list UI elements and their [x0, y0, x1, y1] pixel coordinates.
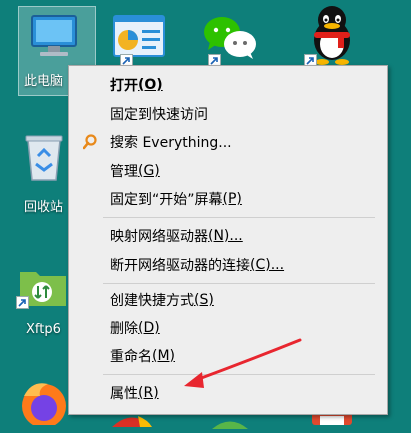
menu-item-shortcut: (M) [152, 348, 176, 364]
menu-item-label: 重命名 [110, 349, 152, 365]
menu-item-rename[interactable]: 重命名 (M) [69, 343, 387, 369]
recycle-bin-icon[interactable] [22, 130, 66, 186]
menu-item-shortcut: (O) [138, 77, 163, 93]
this-pc-label: 此电脑 [24, 74, 64, 89]
menu-item-label: 属性 [110, 386, 138, 402]
menu-item-delete[interactable]: 删除 (D) [69, 315, 387, 341]
menu-item-label: 断开网络驱动器的连接 [110, 258, 250, 274]
context-menu: 打开 (O) 固定到快速访问 搜索 Everything... 管理 (G) 固定到… [68, 65, 388, 415]
menu-separator [103, 217, 375, 218]
menu-item-label: 搜索 Everything... [110, 135, 232, 151]
menu-item-properties[interactable]: 属性 (R) [69, 380, 387, 406]
menu-item-shortcut: (G) [138, 163, 160, 179]
menu-item-map-network-drive[interactable]: 映射网络驱动器 (N)... [69, 223, 387, 249]
menu-item-disconnect-network-drive[interactable]: 断开网络驱动器的连接 (C)... [69, 252, 387, 278]
search-icon [82, 134, 97, 154]
menu-item-search-everything[interactable]: 搜索 Everything... [69, 129, 387, 155]
shortcut-overlay-icon [16, 296, 29, 309]
this-pc-icon[interactable] [28, 12, 80, 64]
menu-item-create-shortcut[interactable]: 创建快捷方式 (S) [69, 287, 387, 313]
menu-item-manage[interactable]: 管理 (G) [69, 158, 387, 184]
menu-item-label: 固定到“开始”屏幕 [110, 192, 223, 208]
menu-separator [103, 283, 375, 284]
menu-separator [103, 374, 375, 375]
menu-item-open[interactable]: 打开 (O) [69, 72, 387, 98]
menu-item-shortcut: (R) [138, 385, 159, 401]
xftp-label: Xftp6 [26, 322, 61, 337]
menu-item-label: 打开 [110, 78, 138, 94]
menu-item-shortcut: (S) [194, 292, 214, 308]
menu-item-label: 删除 [110, 321, 138, 337]
menu-item-shortcut: (P) [222, 191, 242, 207]
menu-item-label: 映射网络驱动器 [110, 229, 208, 245]
menu-item-pin-quick-access[interactable]: 固定到快速访问 [69, 101, 387, 127]
menu-item-shortcut: (D) [138, 320, 160, 336]
menu-item-shortcut: (C)... [250, 257, 285, 273]
app-icon[interactable] [212, 414, 248, 433]
firefox-icon[interactable] [18, 378, 70, 429]
recycle-bin-label: 回收站 [24, 200, 64, 215]
menu-item-shortcut: (N)... [208, 228, 243, 244]
menu-item-label: 创建快捷方式 [110, 293, 194, 309]
menu-item-label: 管理 [110, 164, 138, 180]
menu-item-pin-start[interactable]: 固定到“开始”屏幕 (P) [69, 186, 387, 212]
menu-item-label: 固定到快速访问 [110, 107, 208, 123]
